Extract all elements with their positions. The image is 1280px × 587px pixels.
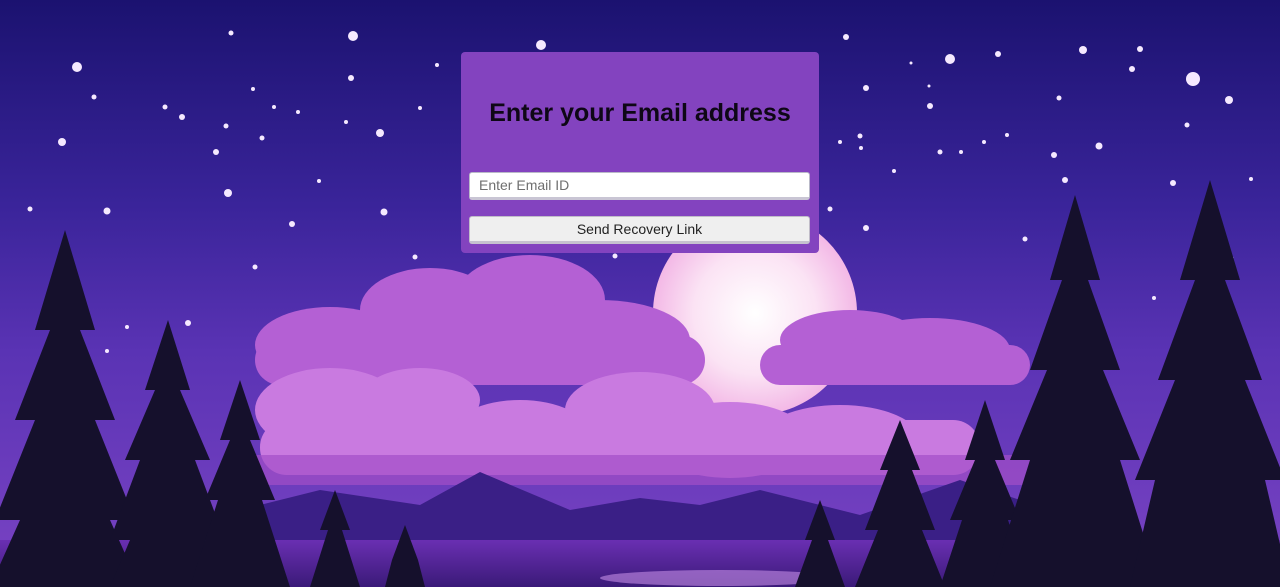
recovery-card: Enter your Email address Send Recovery L… [461,52,819,253]
email-input[interactable] [469,172,810,200]
send-recovery-link-button[interactable]: Send Recovery Link [469,216,810,244]
recovery-title: Enter your Email address [489,99,791,127]
